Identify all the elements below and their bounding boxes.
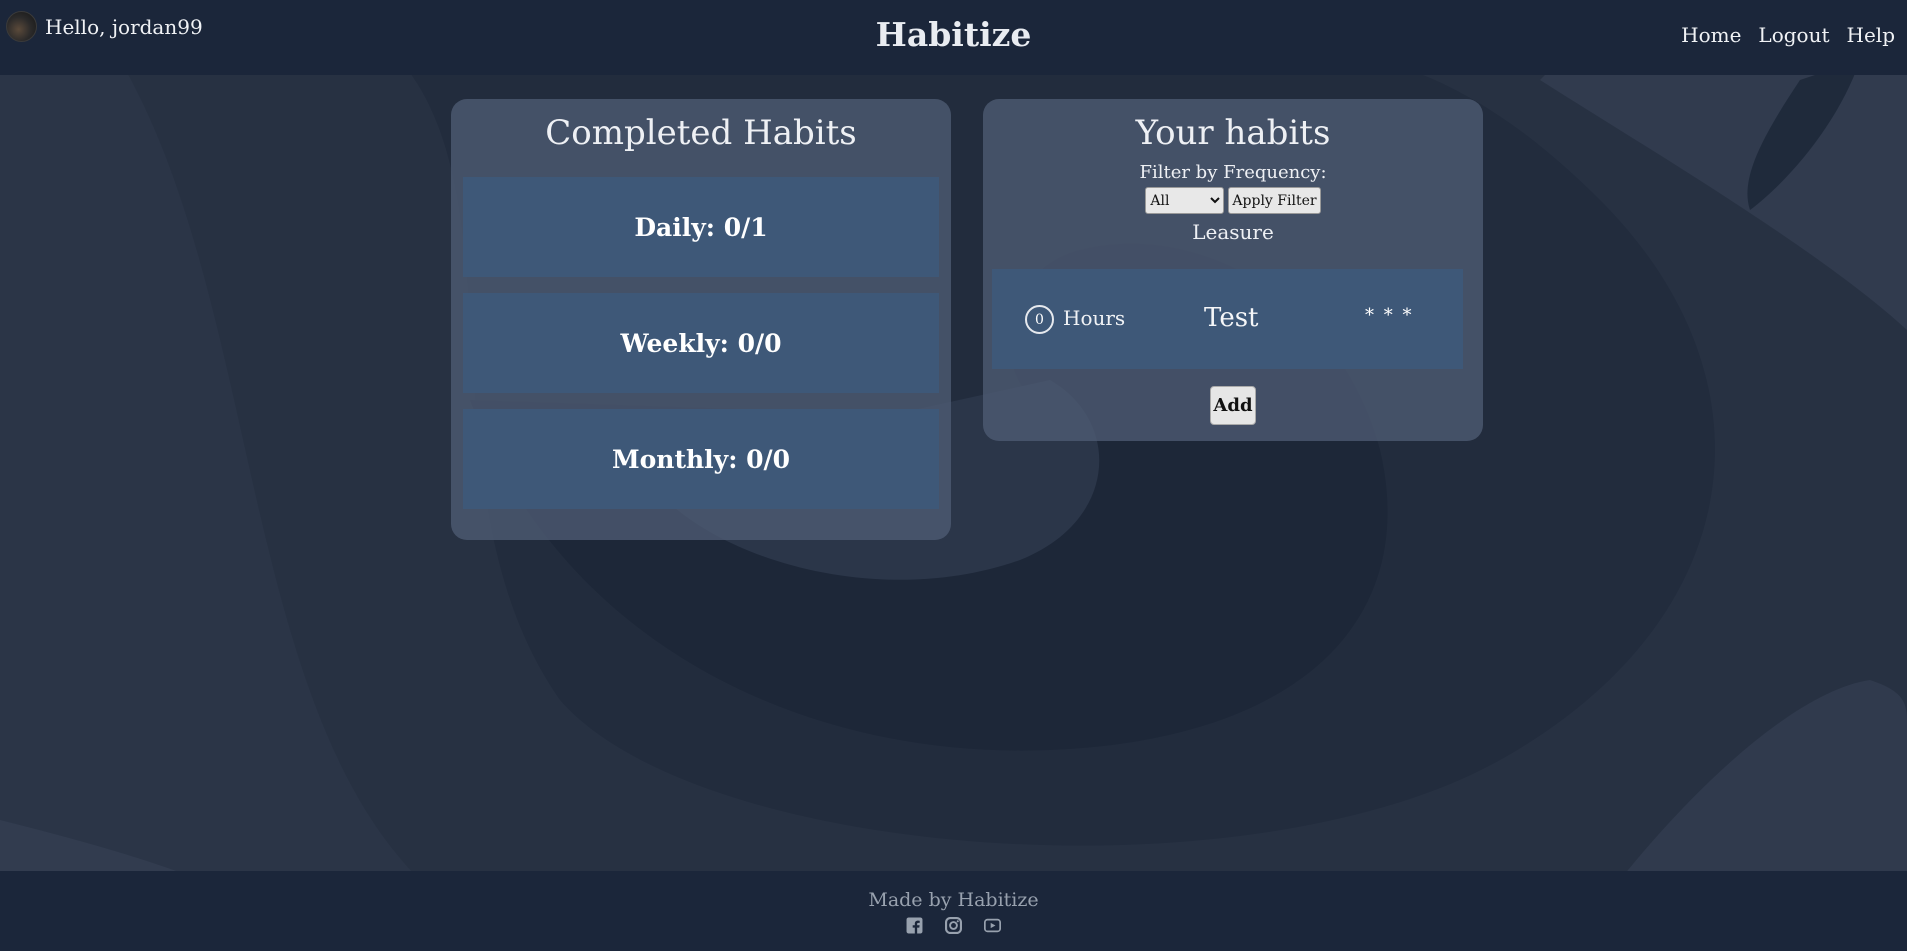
footer: Made by Habitize	[0, 871, 1907, 951]
completed-habits-panel: Completed Habits Daily: 0/1 Weekly: 0/0 …	[451, 99, 951, 540]
facebook-icon[interactable]	[906, 917, 923, 934]
filter-label: Filter by Frequency:	[1139, 162, 1327, 183]
habit-item[interactable]: 0 Hours Test * * *	[992, 269, 1463, 369]
habit-menu-icon[interactable]: * * *	[1365, 305, 1413, 326]
brand-title[interactable]: Habitize	[0, 15, 1907, 54]
apply-filter-button[interactable]: Apply Filter	[1228, 187, 1321, 214]
filter-row: All Apply Filter	[983, 187, 1483, 214]
nav-home-link[interactable]: Home	[1681, 23, 1741, 47]
your-habits-panel: Your habits Filter by Frequency: All App…	[983, 99, 1483, 441]
instagram-icon[interactable]	[945, 917, 962, 934]
category-heading: Leasure	[1192, 220, 1274, 244]
your-habits-title: Your habits	[1135, 113, 1331, 153]
daily-stat: Daily: 0/1	[463, 177, 939, 277]
habit-counter-button[interactable]: 0	[1025, 305, 1054, 334]
background-swirl	[0, 0, 1907, 951]
social-links	[0, 917, 1907, 934]
top-header: Hello, jordan99 Habitize Home Logout Hel…	[0, 0, 1907, 75]
weekly-stat: Weekly: 0/0	[463, 293, 939, 393]
habit-name: Test	[1204, 303, 1259, 333]
monthly-stat: Monthly: 0/0	[463, 409, 939, 509]
footer-text: Made by Habitize	[868, 889, 1039, 911]
completed-habits-title: Completed Habits	[545, 113, 857, 153]
frequency-select[interactable]: All	[1145, 187, 1225, 214]
add-habit-button[interactable]: Add	[1210, 386, 1256, 425]
youtube-icon[interactable]	[984, 917, 1001, 934]
habit-unit: Hours	[1063, 306, 1126, 330]
nav-logout-link[interactable]: Logout	[1758, 23, 1829, 47]
main-nav: Home Logout Help	[1681, 23, 1895, 47]
nav-help-link[interactable]: Help	[1847, 23, 1895, 47]
